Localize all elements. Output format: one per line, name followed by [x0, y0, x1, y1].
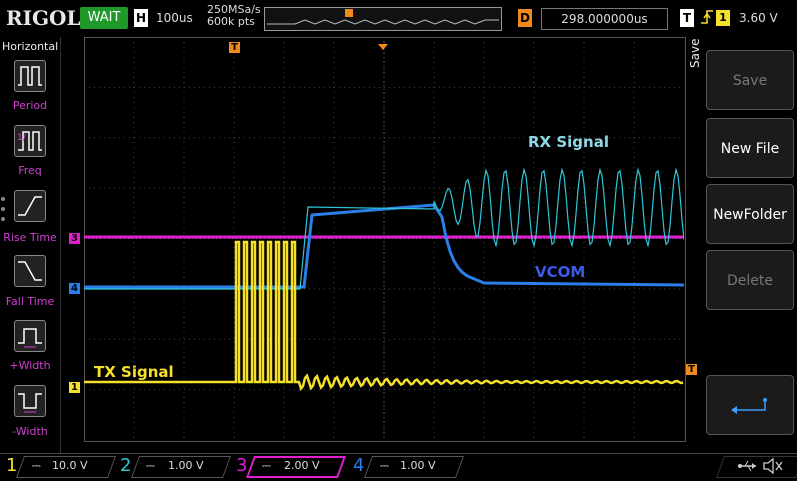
ch3-coupling-icon: ⎓ [262, 459, 271, 472]
rx-signal-label: RX Signal [528, 133, 609, 151]
ch1-coupling-icon: ⎓ [32, 459, 41, 472]
left-menu-title: Horizontal [2, 40, 59, 53]
rigol-logo: RIGOL [6, 6, 81, 30]
period-icon [18, 66, 42, 86]
trigger-position-marker[interactable]: T [229, 42, 240, 53]
memory-overview [264, 7, 502, 31]
return-arrow-icon [731, 398, 767, 414]
freq-icon: 1/ [17, 131, 42, 151]
save-menu-title: Save [688, 38, 702, 68]
svg-text:1/: 1/ [17, 133, 27, 143]
delete-button[interactable]: Delete [706, 250, 794, 310]
positive-width-label: +Width [9, 359, 51, 372]
ch4-coupling-icon: ⎓ [380, 459, 389, 472]
fall-time-icon [18, 261, 42, 281]
ch1-scale: 10.0 V [52, 459, 88, 472]
freq-label: Freq [18, 164, 42, 177]
new-folder-button[interactable]: NewFolder [706, 184, 794, 244]
tx-signal-label: TX Signal [94, 363, 174, 381]
ch1-offset-marker[interactable]: 1 [69, 382, 80, 393]
rise-time-icon [18, 196, 42, 216]
trigger-source: 1 [716, 10, 730, 26]
ch4-scale: 1.00 V [400, 459, 436, 472]
memory-depth: 600k pts [207, 15, 255, 28]
acquisition-info: 250MSa/s 600k pts [207, 4, 261, 28]
waveform-canvas [84, 37, 684, 440]
speaker-muted-icon [762, 457, 784, 479]
rising-edge-trigger-icon [700, 8, 714, 30]
negative-width-button[interactable] [14, 385, 46, 417]
trigger-label: T [680, 9, 694, 27]
ch2-number[interactable]: 2 [120, 455, 131, 476]
timebase-value[interactable]: 100us [156, 11, 193, 25]
menu-page-dots-icon [0, 196, 6, 230]
ch1-tx-trace [84, 240, 684, 392]
ch4-number[interactable]: 4 [353, 455, 364, 476]
run-state-badge[interactable]: WAIT [80, 7, 128, 29]
freq-button[interactable]: 1/ [14, 125, 46, 157]
ch3-scale: 2.00 V [284, 459, 320, 472]
ch3-offset-marker[interactable]: 3 [69, 233, 80, 244]
ch2-scale: 1.00 V [168, 459, 204, 472]
ch1-number[interactable]: 1 [6, 455, 17, 476]
period-label: Period [12, 99, 48, 112]
ch4-offset-marker[interactable]: 4 [69, 283, 80, 294]
new-file-button[interactable]: New File [706, 118, 794, 178]
return-button[interactable] [706, 375, 794, 435]
rise-time-button[interactable] [14, 190, 46, 222]
usb-icon [738, 458, 758, 478]
positive-width-button[interactable] [14, 320, 46, 352]
rise-time-label: Rise Time [3, 231, 57, 244]
delay-label: D [518, 9, 532, 27]
ch3-number[interactable]: 3 [236, 455, 247, 476]
fall-time-label: Fall Time [5, 295, 55, 308]
fall-time-button[interactable] [14, 255, 46, 287]
vcom-label: VCOM [535, 263, 586, 281]
memory-waveform-icon [267, 9, 499, 25]
period-button[interactable] [14, 60, 46, 92]
positive-width-icon [18, 328, 42, 348]
trigger-level[interactable]: 3.60 V [739, 11, 778, 25]
negative-width-label: -Width [12, 425, 48, 438]
horizontal-label: H [134, 9, 148, 27]
delay-value[interactable]: 298.000000us [541, 8, 668, 30]
negative-width-icon [18, 393, 42, 413]
save-button[interactable]: Save [706, 50, 794, 110]
center-marker-icon [378, 37, 388, 56]
ch2-coupling-icon: ⎓ [146, 459, 155, 472]
